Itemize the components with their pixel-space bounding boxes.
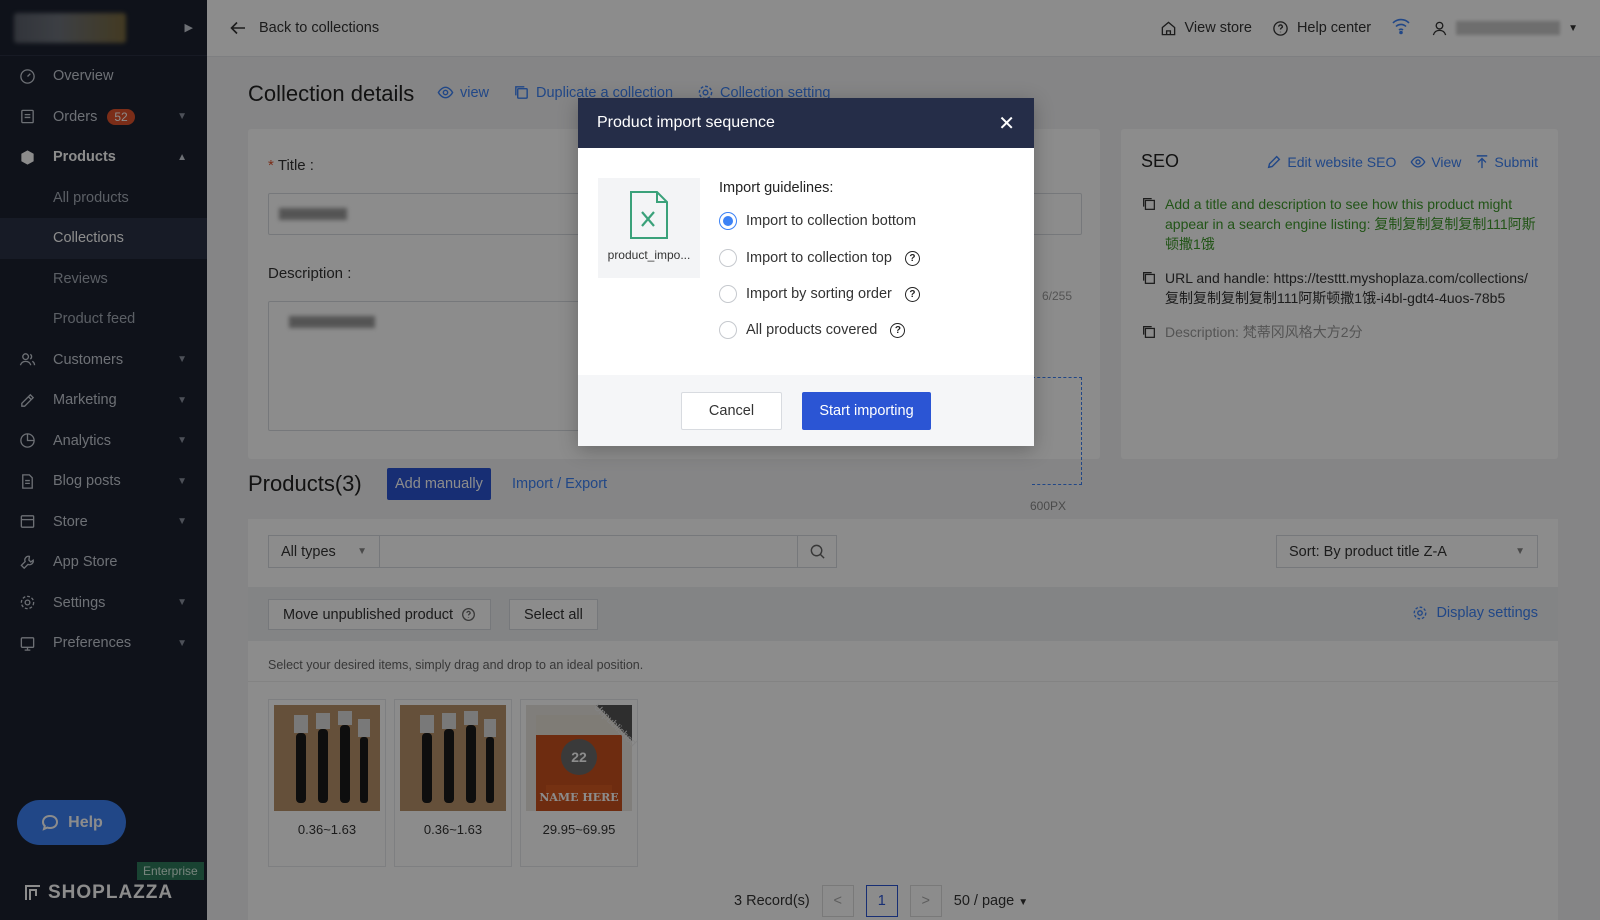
radio-button-selected[interactable] xyxy=(719,212,737,230)
product-import-sequence-dialog: Product import sequence ✕ product_impo..… xyxy=(578,98,1034,446)
option-label: Import by sorting order xyxy=(746,286,892,302)
option-import-bottom[interactable]: Import to collection bottom xyxy=(719,212,916,230)
option-all-products-covered[interactable]: All products covered ? xyxy=(719,321,906,339)
question-circle-icon[interactable]: ? xyxy=(904,286,920,302)
dialog-body: product_impo... Import guidelines: Impor… xyxy=(578,148,1034,375)
cancel-button[interactable]: Cancel xyxy=(681,391,782,430)
dialog-footer: Cancel Start importing xyxy=(578,375,1034,446)
close-icon[interactable]: ✕ xyxy=(998,111,1015,136)
excel-file-icon xyxy=(630,191,668,239)
option-label: Import to collection top xyxy=(746,250,892,266)
radio-button[interactable] xyxy=(719,321,737,339)
option-import-top[interactable]: Import to collection top ? xyxy=(719,249,920,267)
radio-button[interactable] xyxy=(719,249,737,267)
option-label: All products covered xyxy=(746,322,878,338)
option-import-sorting-order[interactable]: Import by sorting order ? xyxy=(719,285,920,303)
start-importing-button[interactable]: Start importing xyxy=(802,391,931,430)
import-file-tile: product_impo... xyxy=(598,178,700,278)
question-circle-icon[interactable]: ? xyxy=(890,322,906,338)
option-label: Import to collection bottom xyxy=(746,213,917,229)
dialog-title: Product import sequence xyxy=(597,114,775,131)
import-guidelines-title: Import guidelines: xyxy=(719,180,834,196)
import-file-name: product_impo... xyxy=(607,248,691,262)
radio-button[interactable] xyxy=(719,285,737,303)
question-circle-icon[interactable]: ? xyxy=(904,250,920,266)
dialog-header: Product import sequence ✕ xyxy=(578,98,1034,148)
